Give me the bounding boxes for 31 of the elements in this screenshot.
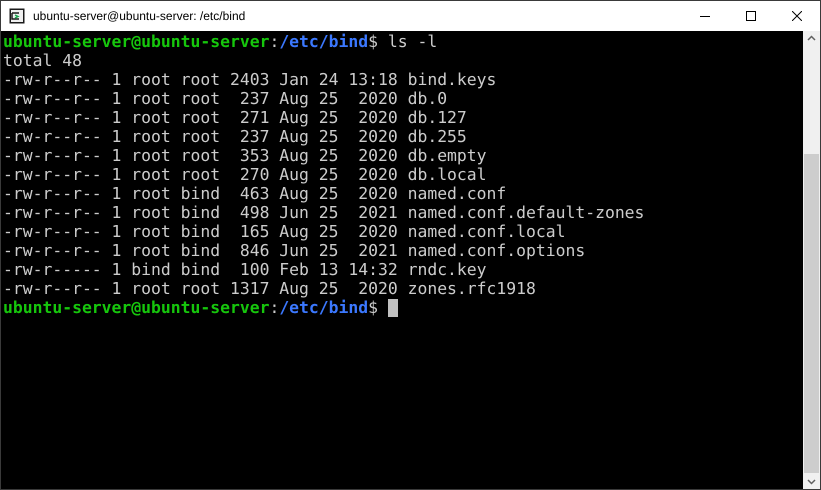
output-line: -rw-r----- 1 bind bind 100 Feb 13 14:32 rndc.key (3, 260, 487, 279)
output-line: total 48 (3, 51, 82, 70)
output-line: -rw-r--r-- 1 root bind 463 Aug 25 2020 named.conf (3, 184, 506, 203)
output-line: -rw-r--r-- 1 root bind 846 Jun 25 2021 named.conf.options (3, 241, 586, 260)
scrollbar-thumb[interactable] (804, 154, 819, 473)
output-line: -rw-r--r-- 1 root root 271 Aug 25 2020 db.127 (3, 108, 467, 127)
output-line: -rw-r--r-- 1 root root 1317 Aug 25 2020 zones.rfc1918 (3, 279, 536, 298)
prompt-user: ubuntu-server@ubuntu-server (3, 298, 270, 317)
output-line: -rw-r--r-- 1 root root 237 Aug 25 2020 db.255 (3, 127, 467, 146)
scroll-up-icon[interactable] (807, 35, 816, 41)
command-text: ls -l (388, 32, 438, 51)
prompt-path: /etc/bind (279, 32, 368, 51)
maximize-icon (746, 11, 756, 21)
output-line: -rw-r--r-- 1 root root 270 Aug 25 2020 db.local (3, 165, 487, 184)
output-line: -rw-r--r-- 1 root root 2403 Jan 24 13:18 bind.keys (3, 70, 496, 89)
terminal-area[interactable] (1, 31, 803, 489)
output-line: -rw-r--r-- 1 root bind 165 Aug 25 2020 named.conf.local (3, 222, 566, 241)
terminal-app-icon (9, 8, 25, 24)
scroll-down-icon[interactable] (807, 479, 816, 485)
prompt-symbol: $ (368, 298, 378, 317)
window-title: ubuntu-server@ubuntu-server: /etc/bind (33, 8, 246, 25)
output-line: -rw-r--r-- 1 root root 353 Aug 25 2020 db.empty (3, 146, 487, 165)
prompt-user: ubuntu-server@ubuntu-server (3, 32, 270, 51)
scrollbar[interactable] (803, 31, 820, 489)
prompt-separator: : (269, 298, 280, 317)
output-line: -rw-r--r-- 1 root bind 498 Jun 25 2021 named.conf.default-zones (3, 203, 644, 222)
output-line: -rw-r--r-- 1 root root 237 Aug 25 2020 db.0 (3, 89, 448, 108)
prompt-symbol: $ (368, 32, 378, 51)
prompt-path: /etc/bind (279, 298, 368, 317)
prompt-separator: : (269, 32, 280, 51)
close-icon (792, 11, 802, 21)
